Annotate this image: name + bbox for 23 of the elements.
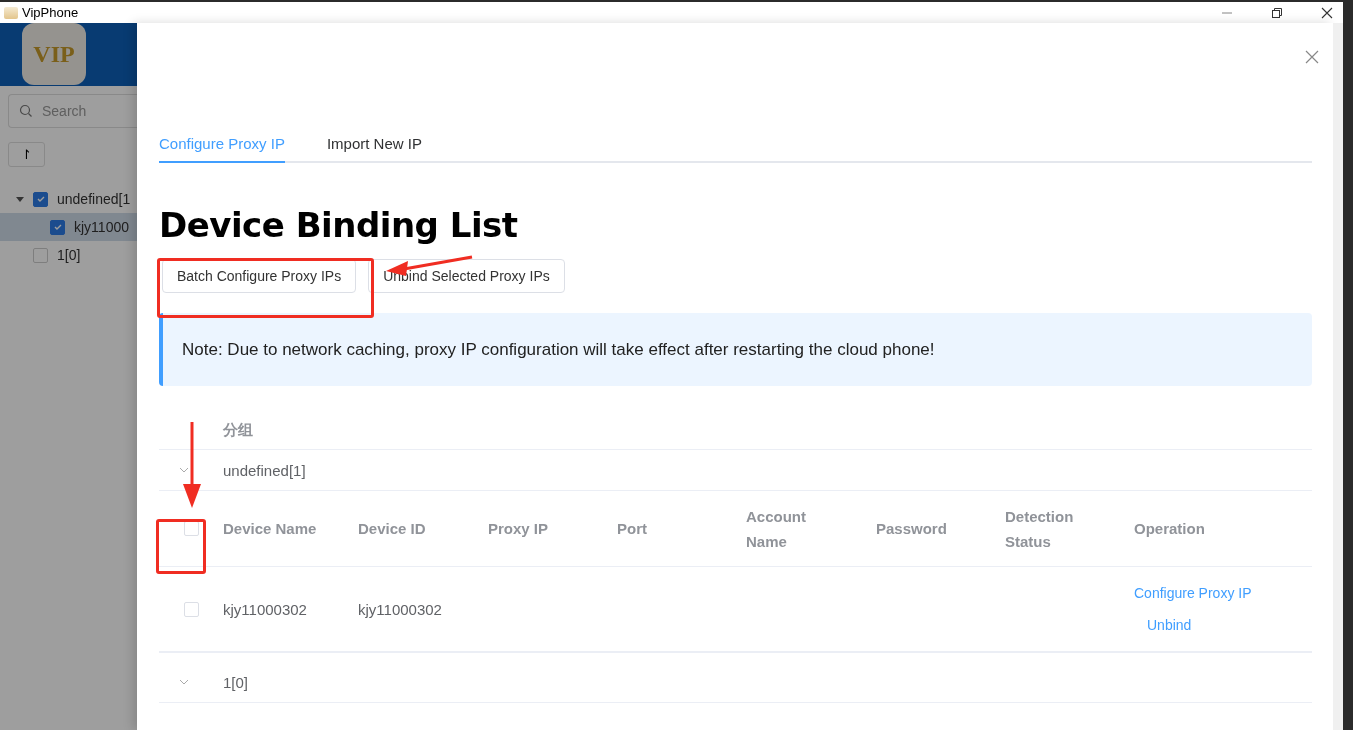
column-header: Device ID (358, 519, 426, 539)
column-header: Operation (1134, 519, 1205, 539)
column-header: 分组 (223, 420, 253, 440)
tab[interactable]: Import New IP (326, 127, 422, 163)
column-header: Port (617, 519, 647, 539)
search-field[interactable]: Search (8, 94, 137, 128)
tree-item[interactable]: undefined[1 (57, 191, 131, 207)
group-label: undefined[1] (223, 461, 306, 479)
app-logo: VIP (22, 23, 86, 85)
page-title: Device Binding List (159, 205, 519, 245)
table-cell: kjy11000302 (358, 600, 442, 618)
action-button[interactable]: Batch Configure Proxy IPs (162, 259, 357, 293)
sort-button[interactable]: ↾ (8, 142, 45, 167)
column-header: Password (876, 519, 947, 539)
group-label: 1[0] (223, 673, 249, 691)
column-header: Account Name (746, 506, 807, 552)
column-header: Proxy IP (488, 519, 549, 539)
note-text: Note: Due to network caching, proxy IP configuration will take effect after restarting the cloud phone! (182, 339, 935, 360)
column-header: Detection Status (1005, 506, 1075, 552)
tree-item[interactable]: 1[0] (57, 247, 81, 263)
column-header: Device Name (223, 519, 317, 539)
table-cell: kjy11000302 (223, 600, 307, 618)
window-title: VipPhone (22, 5, 79, 20)
